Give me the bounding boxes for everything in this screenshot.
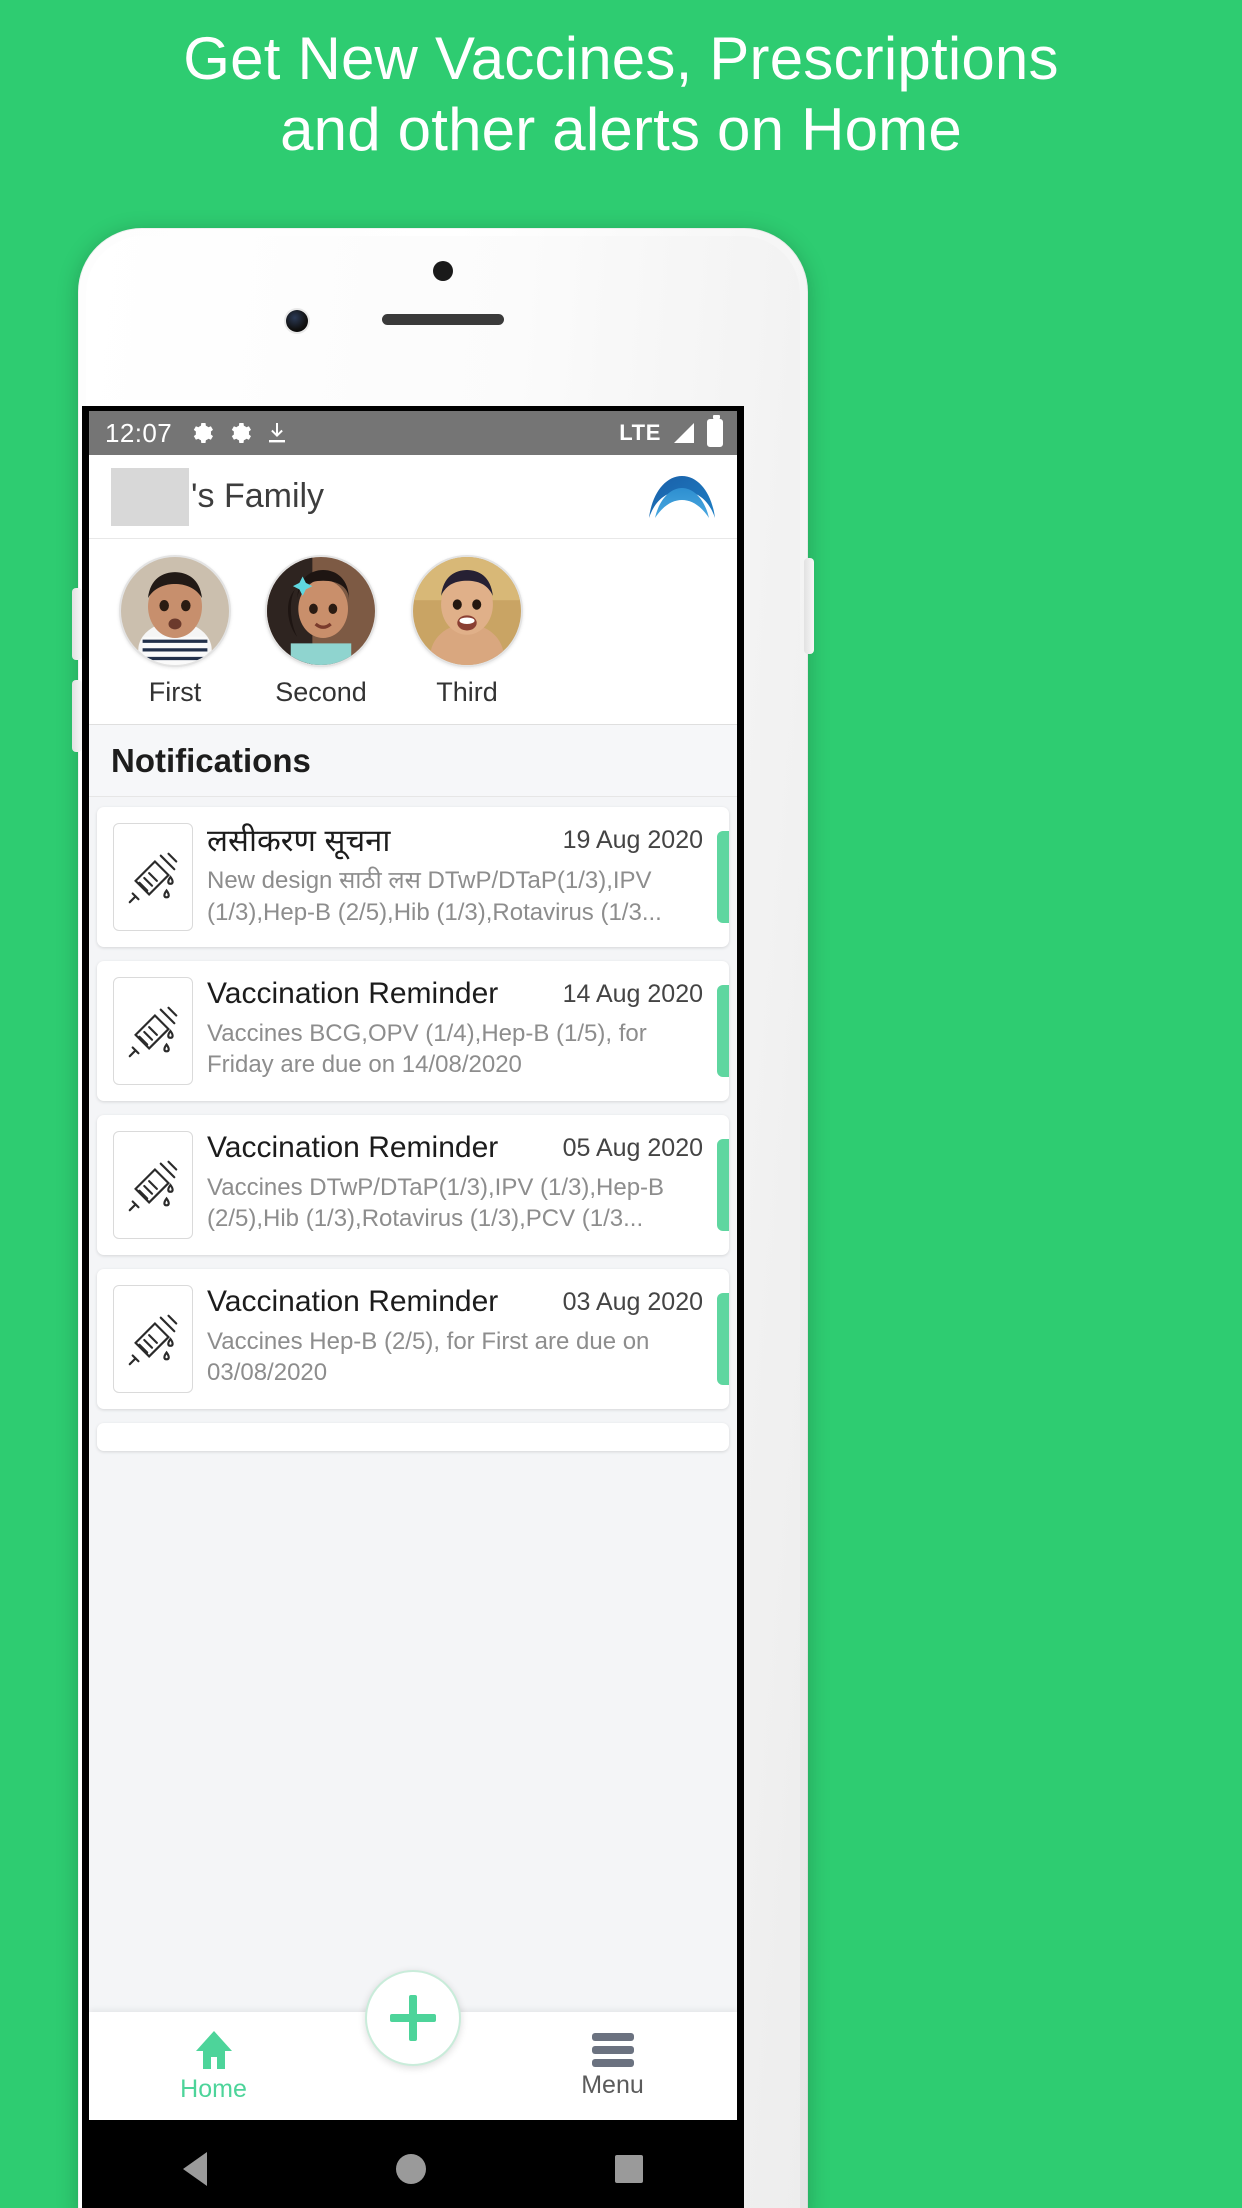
- proximity-sensor-icon: [433, 261, 453, 281]
- signal-icon: [674, 423, 694, 443]
- promo-headline: Get New Vaccines, Prescriptions and othe…: [0, 0, 1242, 166]
- add-floating-action-button[interactable]: [365, 1970, 461, 2066]
- notification-accent-bar: [717, 831, 729, 923]
- syringe-icon: [128, 1160, 178, 1212]
- notification-body: लसीकरण सूचना 19 Aug 2020 New design साठी…: [193, 823, 729, 931]
- syringe-icon: [128, 1006, 178, 1058]
- notification-body: Vaccination Reminder 03 Aug 2020 Vaccine…: [193, 1285, 729, 1393]
- family-member-label: First: [148, 677, 202, 707]
- nav-menu-label: Menu: [581, 2070, 644, 2099]
- notification-card[interactable]: Vaccination Reminder 03 Aug 2020 Vaccine…: [97, 1269, 729, 1409]
- recents-square-icon[interactable]: [614, 2155, 643, 2183]
- gear-icon: [193, 423, 214, 443]
- battery-icon: [707, 415, 723, 447]
- promo-headline-line-2: and other alerts on Home: [280, 95, 962, 163]
- notification-title: Vaccination Reminder: [207, 1131, 499, 1164]
- notification-card-partial[interactable]: [97, 1423, 729, 1451]
- notification-icon-box: [113, 1285, 193, 1393]
- notification-date: 03 Aug 2020: [562, 1288, 703, 1316]
- back-triangle-icon[interactable]: [183, 2152, 208, 2186]
- notification-accent-bar: [717, 1139, 729, 1231]
- download-icon: [269, 423, 286, 443]
- nav-item-menu[interactable]: Menu: [488, 2032, 737, 2100]
- power-button[interactable]: [804, 558, 814, 654]
- phone-screen: 12:07 LTE 's Family First Second Third N…: [82, 406, 744, 2208]
- notifications-section-header: Notifications: [89, 725, 737, 797]
- volume-up-button[interactable]: [72, 588, 82, 660]
- home-icon: [195, 2030, 232, 2069]
- android-navigation-bar: [89, 2120, 737, 2208]
- notification-body: Vaccination Reminder 05 Aug 2020 Vaccine…: [193, 1131, 729, 1239]
- notification-description: Vaccines DTwP/DTaP(1/3),IPV (1/3),Hep-B …: [207, 1173, 665, 1233]
- notification-description: New design साठी लस DTwP/DTaP(1/3),IPV (1…: [207, 866, 662, 926]
- child-photo-2-icon: [267, 557, 375, 665]
- gear-icon: [231, 423, 252, 443]
- front-camera-icon: [286, 310, 308, 332]
- avatar[interactable]: [411, 555, 523, 667]
- promo-headline-line-1: Get New Vaccines, Prescriptions: [183, 25, 1059, 92]
- family-members-row: First Second Third: [89, 539, 737, 725]
- bottom-navigation-bar: Home Menu: [89, 1970, 737, 2120]
- notification-icon-box: [113, 823, 193, 931]
- nav-item-home[interactable]: Home: [89, 2029, 338, 2104]
- notification-top-row: Vaccination Reminder 03 Aug 2020: [207, 1285, 703, 1320]
- notification-description: Vaccines BCG,OPV (1/4),Hep-B (1/5), for …: [207, 1019, 647, 1079]
- notification-icon-box: [113, 1131, 193, 1239]
- status-bar-right-icons: LTE: [619, 415, 723, 447]
- family-member-third[interactable]: Third: [411, 555, 523, 708]
- arc-brand-logo-icon: [649, 475, 715, 518]
- notifications-heading: Notifications: [111, 741, 311, 779]
- earpiece-speaker: [382, 314, 504, 325]
- volume-down-button[interactable]: [72, 680, 82, 752]
- notification-date: 14 Aug 2020: [562, 980, 703, 1008]
- family-member-label: Third: [436, 677, 498, 707]
- child-photo-3-icon: [413, 557, 521, 665]
- notification-accent-bar: [717, 1293, 729, 1385]
- notification-card[interactable]: Vaccination Reminder 14 Aug 2020 Vaccine…: [97, 961, 729, 1101]
- phone-device-frame: 12:07 LTE 's Family First Second Third N…: [72, 228, 814, 2208]
- notification-date: 05 Aug 2020: [562, 1134, 703, 1162]
- page-title: 's Family: [191, 477, 325, 515]
- hamburger-menu-icon: [591, 2032, 634, 2067]
- network-type-label: LTE: [619, 420, 661, 445]
- notification-date: 19 Aug 2020: [562, 826, 703, 854]
- app-screen: 12:07 LTE 's Family First Second Third N…: [89, 411, 737, 2208]
- nav-home-label: Home: [180, 2074, 247, 2103]
- notifications-list[interactable]: लसीकरण सूचना 19 Aug 2020 New design साठी…: [89, 797, 737, 2012]
- notification-top-row: Vaccination Reminder 14 Aug 2020: [207, 977, 703, 1012]
- notification-title: Vaccination Reminder: [207, 977, 499, 1010]
- home-circle-icon[interactable]: [395, 2154, 426, 2184]
- notification-top-row: Vaccination Reminder 05 Aug 2020: [207, 1131, 703, 1166]
- notification-body: Vaccination Reminder 14 Aug 2020 Vaccine…: [193, 977, 729, 1085]
- status-bar-clock: 12:07: [105, 417, 173, 448]
- plus-icon: [390, 1995, 436, 2041]
- notification-title: लसीकरण सूचना: [207, 823, 391, 858]
- notification-description: Vaccines Hep-B (2/5), for First are due …: [207, 1327, 650, 1387]
- syringe-icon: [128, 852, 178, 904]
- notification-icon-box: [113, 977, 193, 1085]
- redacted-name-block: [111, 467, 189, 526]
- family-member-first[interactable]: First: [119, 555, 231, 708]
- avatar[interactable]: [119, 555, 231, 667]
- notification-title: Vaccination Reminder: [207, 1285, 499, 1318]
- notification-accent-bar: [717, 985, 729, 1077]
- syringe-icon: [128, 1314, 178, 1366]
- android-status-bar: 12:07 LTE: [89, 411, 737, 455]
- app-header: 's Family: [89, 455, 737, 539]
- notification-top-row: लसीकरण सूचना 19 Aug 2020: [207, 823, 703, 859]
- family-member-label: Second: [275, 677, 367, 707]
- status-bar-left-icons: [190, 421, 288, 445]
- family-member-second[interactable]: Second: [265, 555, 377, 708]
- child-photo-1-icon: [121, 557, 229, 665]
- notification-card[interactable]: लसीकरण सूचना 19 Aug 2020 New design साठी…: [97, 807, 729, 947]
- notification-card[interactable]: Vaccination Reminder 05 Aug 2020 Vaccine…: [97, 1115, 729, 1255]
- avatar[interactable]: [265, 555, 377, 667]
